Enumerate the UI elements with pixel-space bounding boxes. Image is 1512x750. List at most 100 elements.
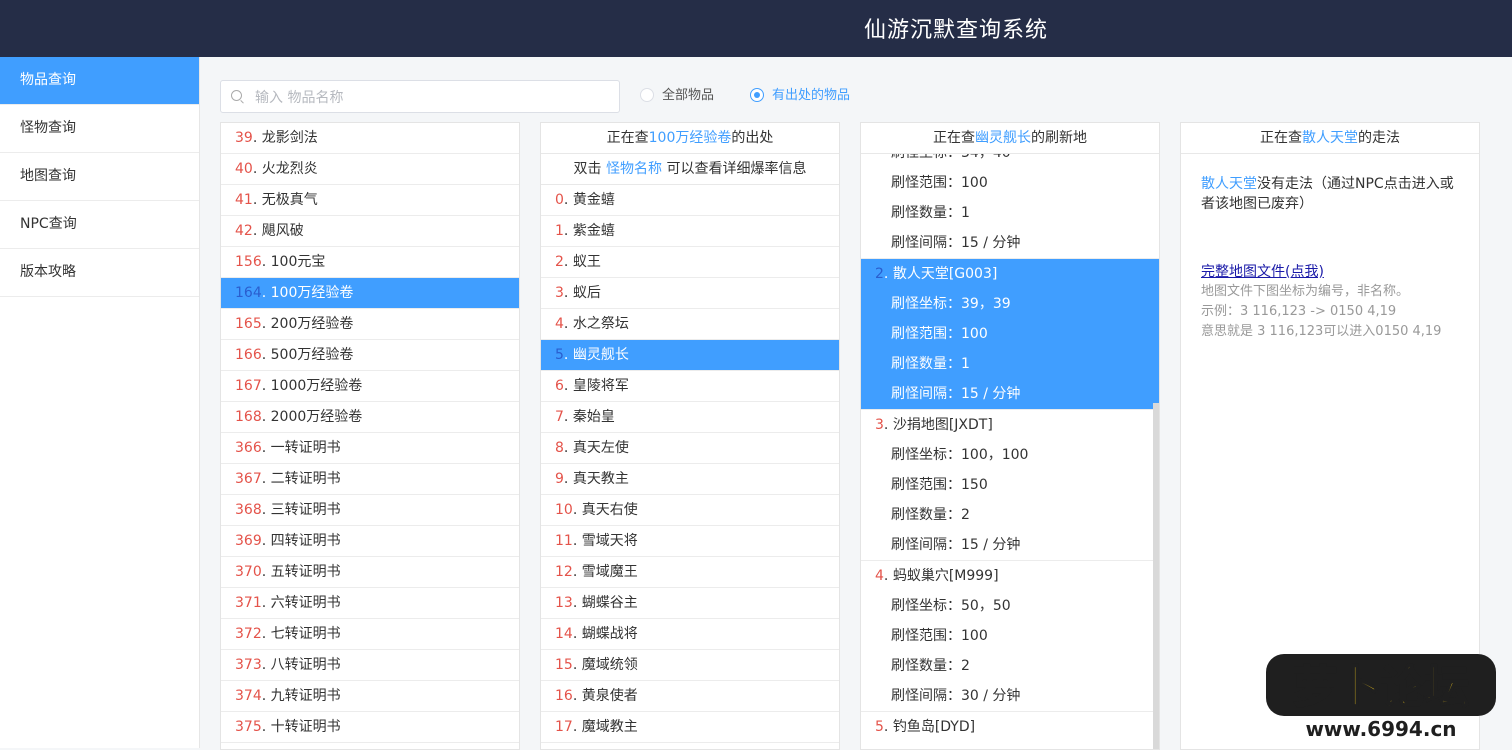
monster-number: 16 — [555, 688, 573, 704]
item-name: 龙影剑法 — [261, 130, 318, 146]
spawn-detail-line: 刷怪坐标：100，100 — [891, 447, 1029, 463]
monster-row[interactable]: 3. 蚁后 — [541, 278, 839, 309]
item-name: 飓风破 — [261, 223, 304, 239]
item-number: 375 — [235, 719, 262, 735]
monster-number: 8 — [555, 440, 564, 456]
monster-row[interactable]: 14. 蝴蝶战将 — [541, 619, 839, 650]
monster-name: 黄金蟢 — [572, 192, 615, 208]
item-row[interactable]: 39. 龙影剑法 — [221, 123, 519, 154]
monster-number: 17 — [555, 719, 573, 735]
monster-row[interactable]: 11. 雪域天将 — [541, 526, 839, 557]
route-body: 散人天堂没有走法（通过NPC点击进入或者该地图已废弃） 完整地图文件(点我) 地… — [1181, 154, 1479, 342]
monster-row[interactable]: 13. 蝴蝶谷主 — [541, 588, 839, 619]
item-row[interactable]: 366. 一转证明书 — [221, 433, 519, 464]
item-row[interactable]: 368. 三转证明书 — [221, 495, 519, 526]
monster-name: 幽灵舰长 — [572, 347, 629, 363]
item-row[interactable]: 165. 200万经验卷 — [221, 309, 519, 340]
item-number: 367 — [235, 471, 262, 487]
item-row[interactable]: 369. 四转证明书 — [221, 526, 519, 557]
item-name: 九转证明书 — [270, 688, 341, 704]
spawn-detail-line: 刷怪数量：2 — [891, 507, 970, 523]
item-number: 42 — [235, 223, 253, 239]
item-row[interactable]: 166. 500万经验卷 — [221, 340, 519, 371]
route-panel-header: 正在查散人天堂的走法 — [1181, 123, 1479, 154]
item-row[interactable]: 370. 五转证明书 — [221, 557, 519, 588]
monster-name: 黄泉使者 — [581, 688, 638, 704]
item-row[interactable]: 164. 100万经验卷 — [221, 278, 519, 309]
monster-row[interactable]: 2. 蚁王 — [541, 247, 839, 278]
sidebar-item-npc-query[interactable]: NPC查询 — [0, 201, 199, 249]
drops-head-prefix: 正在查 — [606, 130, 649, 146]
item-row[interactable]: 156. 100元宝 — [221, 247, 519, 278]
monster-row[interactable]: 0. 黄金蟢 — [541, 185, 839, 216]
drops-panel-header: 正在查100万经验卷的出处 — [541, 123, 839, 154]
logo-text: 萝卜论坛 — [1293, 662, 1469, 713]
item-number: 168 — [235, 409, 262, 425]
site-logo: 萝卜论坛 www.6994.cn — [1266, 654, 1496, 741]
monster-row[interactable]: 9. 真天教主 — [541, 464, 839, 495]
item-row[interactable]: 42. 飓风破 — [221, 216, 519, 247]
spawns-head-prefix: 正在查 — [933, 130, 975, 146]
spawn-block[interactable]: 4. 蚂蚁巢穴[M999] 刷怪坐标：50，50 刷怪范围：100 刷怪数量：2 刷怪间… — [861, 561, 1159, 712]
monster-row[interactable]: 12. 雪域魔王 — [541, 557, 839, 588]
spawn-map-name: 散人天堂[G003] — [892, 266, 998, 282]
item-name: 三转证明书 — [270, 502, 341, 518]
spawn-block[interactable]: 5. 钓鱼岛[DYD] 刷怪坐标：30，30 — [861, 712, 1159, 749]
monster-row[interactable]: 15. 魔域统领 — [541, 650, 839, 681]
monster-name: 蚁后 — [572, 285, 601, 301]
monster-row[interactable]: 4. 水之祭坛 — [541, 309, 839, 340]
item-row[interactable]: 40. 火龙烈炎 — [221, 154, 519, 185]
hint-prefix: 双击 — [573, 161, 606, 177]
item-name: 七转证明书 — [270, 626, 341, 642]
route-note-1: 地图文件下图坐标为编号，非名称。 — [1201, 284, 1410, 299]
item-row[interactable]: 371. 六转证明书 — [221, 588, 519, 619]
spawn-block[interactable]: 2. 散人天堂[G003] 刷怪坐标：39，39 刷怪范围：100 刷怪数量：1 刷怪间… — [861, 259, 1159, 410]
monster-row[interactable]: 17. 魔域教主 — [541, 712, 839, 743]
monster-row[interactable]: 8. 真天左使 — [541, 433, 839, 464]
map-file-link[interactable]: 完整地图文件(点我) — [1201, 264, 1324, 280]
route-message: 散人天堂没有走法（通过NPC点击进入或者该地图已废弃） — [1201, 174, 1459, 214]
top-header: 仙游沉默查询系统 — [0, 0, 1512, 57]
item-name: 二转证明书 — [270, 471, 341, 487]
scrollbar[interactable] — [1153, 403, 1159, 749]
item-number: 368 — [235, 502, 262, 518]
item-row[interactable]: 375. 十转证明书 — [221, 712, 519, 743]
spawn-number: 5 — [875, 719, 884, 735]
sidebar-item-version-guide[interactable]: 版本攻略 — [0, 249, 199, 297]
filter-drops-radio[interactable]: 有出处的物品 — [750, 86, 850, 106]
item-name: 100万经验卷 — [270, 285, 354, 301]
item-name: 500万经验卷 — [270, 347, 354, 363]
item-row[interactable]: 168. 2000万经验卷 — [221, 402, 519, 433]
monster-number: 1 — [555, 223, 564, 239]
item-number: 40 — [235, 161, 253, 177]
filter-all-radio[interactable]: 全部物品 — [640, 86, 714, 106]
monster-row[interactable]: 5. 幽灵舰长 — [541, 340, 839, 371]
monster-name: 魔域统领 — [581, 657, 638, 673]
monster-row[interactable]: 7. 秦始皇 — [541, 402, 839, 433]
monster-name: 秦始皇 — [572, 409, 615, 425]
item-row[interactable]: 372. 七转证明书 — [221, 619, 519, 650]
sidebar-item-map-query[interactable]: 地图查询 — [0, 153, 199, 201]
monster-row[interactable]: 10. 真天右使 — [541, 495, 839, 526]
monster-row[interactable]: 1. 紫金蟢 — [541, 216, 839, 247]
spawn-map-name: 钓鱼岛[DYD] — [892, 719, 976, 735]
search-input[interactable] — [253, 81, 607, 114]
item-name: 六转证明书 — [270, 595, 341, 611]
item-row[interactable]: 367. 二转证明书 — [221, 464, 519, 495]
sidebar-item-monster-query[interactable]: 怪物查询 — [0, 105, 199, 153]
item-row[interactable]: 373. 八转证明书 — [221, 650, 519, 681]
spawn-block[interactable]: 3. 沙捐地图[JXDT] 刷怪坐标：100，100 刷怪范围：150 刷怪数量：2 刷… — [861, 410, 1159, 561]
monster-name: 蚁王 — [572, 254, 601, 270]
item-row[interactable]: 167. 1000万经验卷 — [221, 371, 519, 402]
item-row[interactable]: 41. 无极真气 — [221, 185, 519, 216]
monster-row[interactable]: 16. 黄泉使者 — [541, 681, 839, 712]
item-name: 五转证明书 — [270, 564, 341, 580]
monster-number: 9 — [555, 471, 564, 487]
item-row[interactable]: 374. 九转证明书 — [221, 681, 519, 712]
monster-number: 4 — [555, 316, 564, 332]
monster-row[interactable]: 6. 皇陵将军 — [541, 371, 839, 402]
item-name: 2000万经验卷 — [270, 409, 363, 425]
sidebar-item-item-query[interactable]: 物品查询 — [0, 57, 199, 105]
drops-hint: 双击 怪物名称 可以查看详细爆率信息 — [541, 154, 839, 185]
monster-number: 7 — [555, 409, 564, 425]
